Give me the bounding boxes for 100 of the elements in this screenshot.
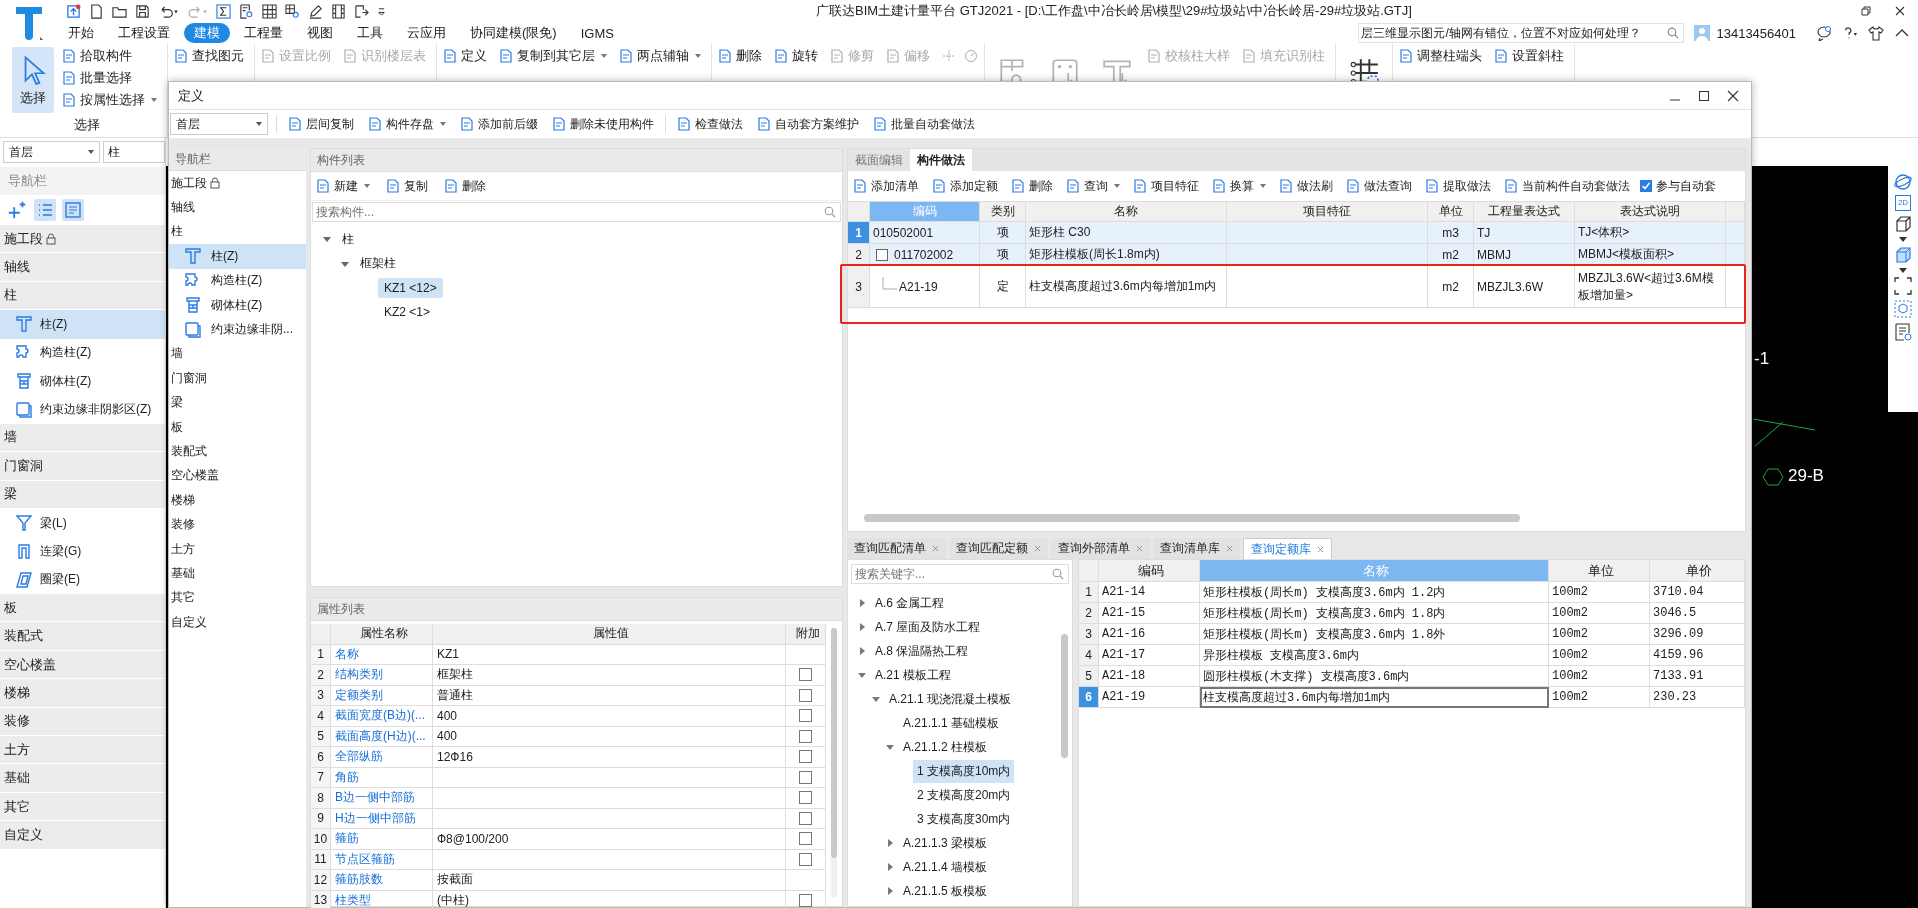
search-field[interactable]: 搜索关键字... [851, 564, 1069, 584]
nav-group[interactable]: 空心楼盖 [0, 650, 165, 679]
column-header[interactable]: 编码 [1099, 560, 1200, 582]
column-header[interactable]: 表达式说明 [1575, 202, 1726, 222]
nav-group[interactable]: 自定义 [0, 821, 165, 849]
nav-item[interactable]: 构造柱(Z) [169, 268, 306, 293]
nav-group[interactable]: 轴线 [169, 195, 306, 220]
cube-frame-icon[interactable] [1893, 299, 1913, 319]
help-search-field[interactable]: 层三维显示图元/轴网有错位，位置不对应如何处理？ [1358, 23, 1685, 43]
nav-group[interactable]: 柱 [169, 219, 306, 245]
restore-icon[interactable] [1860, 5, 1872, 17]
property-value[interactable]: 400 [433, 706, 786, 727]
nav-group[interactable]: 装配式 [169, 439, 306, 464]
caret-icon[interactable] [1899, 268, 1907, 273]
new-file-icon[interactable] [89, 3, 104, 19]
query-tab[interactable]: 查询清单库 [1153, 538, 1240, 559]
nav-group[interactable]: 装配式 [0, 622, 165, 650]
nav-group[interactable]: 楼梯 [169, 488, 306, 513]
ribbon-tool-button[interactable]: 查找图元 [174, 45, 248, 67]
floor-dropdown[interactable]: 首层 [3, 141, 100, 163]
expand-box[interactable] [876, 248, 888, 261]
menu-tab[interactable]: 视图 [297, 23, 343, 43]
tree-item[interactable]: A.8 保温隔热工程 [871, 639, 973, 663]
pen-icon[interactable] [308, 3, 323, 19]
nav-group[interactable]: 基础 [169, 561, 306, 586]
property-value[interactable]: 按截面 [433, 870, 786, 891]
grid-icon[interactable] [262, 3, 277, 19]
nav-item[interactable]: 梁(L) [0, 508, 165, 538]
nav-group[interactable]: 施工段 [169, 171, 306, 196]
toolbar-button[interactable]: 添加定额 [929, 175, 1001, 197]
scrollbar[interactable] [864, 514, 1520, 522]
toolbar-button[interactable]: 复制 [383, 175, 431, 197]
query-tab[interactable]: 查询匹配清单 [847, 538, 946, 559]
column-header[interactable]: 单价 [1650, 560, 1745, 582]
checkbox[interactable] [799, 668, 812, 682]
save-icon[interactable] [135, 3, 150, 19]
checkbox[interactable] [799, 709, 812, 723]
grid-search-icon[interactable] [285, 3, 300, 19]
maximize-icon[interactable] [1698, 89, 1710, 102]
view-2d-button[interactable]: 2D [1894, 195, 1912, 211]
row-number[interactable]: 3 [1079, 624, 1099, 645]
nav-group[interactable]: 梁 [169, 390, 306, 415]
sphere-icon[interactable] [1893, 172, 1913, 192]
tree-item[interactable]: KZ1 <12> [378, 277, 443, 298]
query-tab[interactable]: 查询外部清单 [1051, 538, 1150, 559]
tree-item[interactable]: A.21.1.2 柱模板 [899, 735, 992, 759]
ribbon-tool-button[interactable]: 两点辅轴 [619, 45, 705, 67]
property-value[interactable]: 12Ф16 [433, 747, 786, 768]
nav-group[interactable]: 装修 [0, 707, 165, 736]
menu-tab[interactable]: IGMS [570, 23, 624, 43]
close-icon[interactable] [1727, 89, 1739, 102]
menu-tab[interactable]: 工程设置 [108, 23, 180, 43]
nav-item[interactable]: 约束边缘非阴影区(Z) [0, 395, 165, 424]
list-icon[interactable] [34, 199, 56, 221]
toolbar-button[interactable]: 添加清单 [850, 175, 922, 197]
query-tab[interactable]: 查询匹配定额 [949, 538, 1048, 559]
chat-icon[interactable] [1816, 25, 1832, 41]
tree-item[interactable]: A.21.1.1 基础模板 [899, 711, 1004, 735]
search-icon[interactable] [1667, 27, 1680, 39]
ribbon-tool-button[interactable]: 设置斜柱 [1494, 45, 1568, 67]
expand-arrow-icon[interactable] [858, 599, 866, 607]
column-header[interactable]: 附加 [786, 624, 826, 645]
checkbox[interactable] [1640, 180, 1652, 192]
checkbox[interactable] [799, 770, 812, 784]
property-value[interactable]: 框架柱 [433, 665, 786, 686]
sigma-icon[interactable] [216, 3, 231, 19]
tree-item[interactable]: 框架柱 [354, 252, 402, 276]
menu-tab[interactable]: 建模 [184, 23, 230, 43]
list-view-icon[interactable] [1893, 322, 1913, 342]
toolbar-button[interactable]: 做法查询 [1343, 175, 1415, 197]
column-header[interactable]: 单位 [1549, 560, 1650, 582]
nav-item[interactable]: 砌体柱(Z) [169, 292, 306, 318]
toolbar-button[interactable]: 层间复制 [285, 113, 357, 135]
checkbox[interactable] [799, 852, 812, 866]
nav-group[interactable]: 门窗洞 [169, 366, 306, 391]
column-header[interactable]: 项目特征 [1227, 202, 1428, 222]
scrollbar[interactable] [831, 628, 837, 898]
nav-item[interactable]: 柱(Z) [0, 310, 165, 339]
nav-group[interactable]: 施工段 [0, 225, 165, 253]
tree-item[interactable]: A.21.1.4 墙模板 [899, 855, 992, 879]
nav-group[interactable]: 基础 [0, 764, 165, 792]
row-number[interactable]: 2 [848, 244, 870, 266]
nav-group[interactable]: 板 [169, 414, 306, 440]
nav-group[interactable]: 柱 [0, 281, 165, 310]
collapse-arrow-icon[interactable] [341, 259, 349, 268]
nav-group[interactable]: 装修 [169, 512, 306, 537]
help-icon[interactable] [1842, 25, 1858, 41]
toolbar-button[interactable]: 添加前后缀 [457, 113, 541, 135]
nav-group[interactable]: 土方 [0, 736, 165, 764]
checkbox[interactable] [799, 893, 812, 907]
tree-item[interactable]: 1 支模高度10m内 [913, 759, 1015, 783]
toolbar-button[interactable]: 构件存盘 [365, 113, 449, 135]
ribbon-tool-button[interactable]: 批量选择 [62, 67, 161, 89]
close-icon[interactable] [1894, 5, 1906, 17]
row-number[interactable]: 1 [1079, 582, 1099, 603]
toolbar-button[interactable]: 批量自动套做法 [870, 113, 978, 135]
nav-group[interactable]: 板 [0, 594, 165, 622]
ribbon-tool-button[interactable]: 拾取构件 [62, 45, 161, 67]
toolbar-button[interactable]: 提取做法 [1422, 175, 1494, 197]
scrollbar[interactable] [1061, 634, 1068, 758]
